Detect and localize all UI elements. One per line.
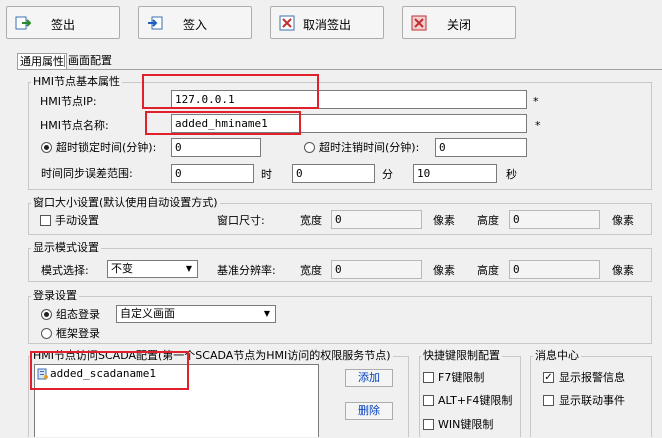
- cancel-checkout-label: 取消签出: [302, 18, 351, 32]
- base-resolution-label: 基准分辨率:: [217, 264, 276, 277]
- lock-label: 超时锁定时间(分钟):: [56, 141, 157, 154]
- group-login-label: 组态登录: [56, 308, 100, 321]
- manual-size-checkbox[interactable]: [40, 215, 51, 226]
- show-link-checkbox[interactable]: [543, 395, 554, 406]
- f7-label: F7键限制: [438, 371, 485, 384]
- show-alarm-label: 显示报警信息: [559, 371, 625, 384]
- sync-min-field[interactable]: 0: [292, 164, 375, 183]
- sec-unit: 秒: [506, 168, 517, 181]
- checkout-button[interactable]: 签出: [6, 6, 120, 39]
- f7-checkbox[interactable]: [423, 372, 434, 383]
- tab-general[interactable]: 通用属性: [17, 53, 67, 70]
- window-height-field[interactable]: 0: [509, 210, 600, 229]
- sync-sec-field[interactable]: 10: [413, 164, 497, 183]
- tab-screen-config[interactable]: 画面配置: [66, 53, 114, 69]
- display-mode-title: 显示模式设置: [31, 241, 101, 254]
- close-button[interactable]: 关闭: [402, 6, 516, 39]
- mode-height-field[interactable]: 0: [509, 260, 600, 279]
- show-alarm-checkbox[interactable]: ✓: [543, 372, 554, 383]
- checkin-button[interactable]: 签入: [138, 6, 252, 39]
- alt-f4-checkbox[interactable]: [423, 395, 434, 406]
- ip-label: HMI节点IP:: [40, 95, 97, 108]
- window-width-label: 宽度: [300, 214, 322, 227]
- name-label: HMI节点名称:: [40, 119, 109, 132]
- name-highlight-box: [145, 111, 301, 135]
- checkin-label: 签入: [182, 18, 207, 32]
- mode-select-label: 模式选择:: [41, 264, 89, 277]
- mode-height-label: 高度: [477, 264, 499, 277]
- login-title: 登录设置: [31, 289, 79, 302]
- chevron-down-icon: ▼: [263, 309, 271, 318]
- win-key-label: WIN键限制: [438, 418, 494, 431]
- frame-login-radio[interactable]: [41, 328, 52, 339]
- delete-button[interactable]: 删除: [345, 402, 393, 420]
- scada-highlight-box: [30, 351, 189, 390]
- hmi-basic-title: HMI节点基本属性: [31, 75, 123, 88]
- window-width-unit: 像素: [433, 214, 455, 227]
- frame-login-label: 框架登录: [56, 327, 100, 340]
- mode-select-value: 不变: [111, 262, 133, 275]
- login-screen-select[interactable]: 自定义画面 ▼: [116, 305, 276, 323]
- sync-hour-field[interactable]: 0: [171, 164, 254, 183]
- ip-highlight-box: [142, 74, 319, 109]
- window-size-title: 窗口大小设置(默认使用自动设置方式): [31, 196, 220, 209]
- name-required-mark: *: [535, 119, 541, 132]
- hour-unit: 时: [261, 168, 272, 181]
- close-label: 关闭: [446, 18, 471, 32]
- login-screen-value: 自定义画面: [120, 307, 175, 320]
- mode-height-unit: 像素: [612, 264, 634, 277]
- mode-width-unit: 像素: [433, 264, 455, 277]
- checkout-label: 签出: [50, 18, 75, 32]
- window-height-label: 高度: [477, 214, 499, 227]
- ip-required-mark: *: [533, 95, 539, 108]
- window-width-field[interactable]: 0: [331, 210, 422, 229]
- chevron-down-icon: ▼: [185, 264, 193, 273]
- alt-f4-label: ALT+F4键限制: [438, 394, 513, 407]
- tab-divider: [64, 55, 65, 67]
- show-link-label: 显示联动事件: [559, 394, 625, 407]
- min-unit: 分: [382, 168, 393, 181]
- logout-radio[interactable]: [304, 142, 315, 153]
- add-button[interactable]: 添加: [345, 369, 393, 387]
- checkmark-icon: ✓: [544, 372, 553, 383]
- sync-label: 时间同步误差范围:: [41, 167, 133, 180]
- window-height-unit: 像素: [612, 214, 634, 227]
- manual-size-label: 手动设置: [55, 214, 99, 227]
- win-key-checkbox[interactable]: [423, 419, 434, 430]
- lock-field[interactable]: 0: [171, 138, 261, 157]
- window-size-label: 窗口尺寸:: [217, 214, 265, 227]
- lock-radio[interactable]: [41, 142, 52, 153]
- message-center-title: 消息中心: [533, 349, 581, 362]
- logout-field[interactable]: 0: [435, 138, 527, 157]
- mode-width-label: 宽度: [300, 264, 322, 277]
- hotkeys-title: 快捷键限制配置: [421, 349, 502, 362]
- mode-width-field[interactable]: 0: [331, 260, 422, 279]
- cancel-checkout-button[interactable]: 取消签出: [270, 6, 384, 39]
- group-login-radio[interactable]: [41, 309, 52, 320]
- mode-select[interactable]: 不变 ▼: [107, 260, 198, 278]
- logout-label: 超时注销时间(分钟):: [319, 141, 420, 154]
